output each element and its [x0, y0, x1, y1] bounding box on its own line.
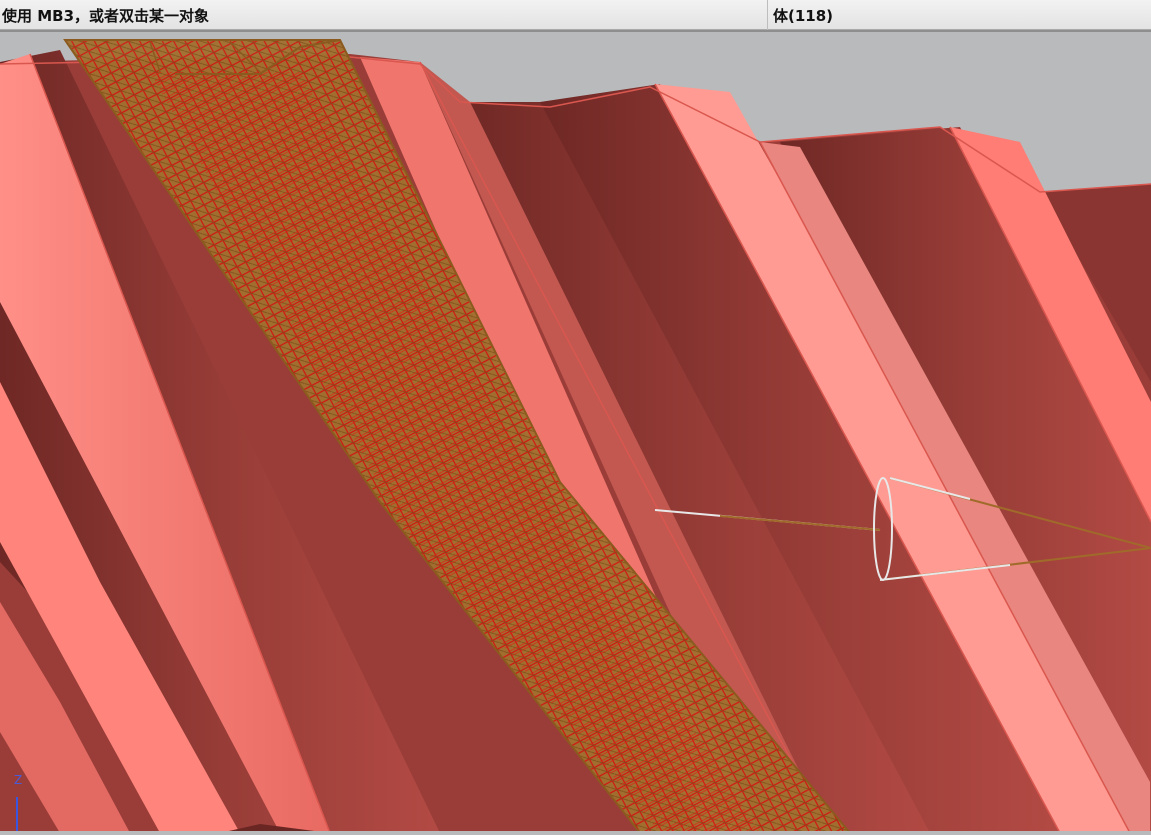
- selection-count: 体(118): [773, 7, 834, 25]
- graphics-viewport[interactable]: [0, 30, 1151, 831]
- status-divider: [767, 0, 768, 30]
- gear-model-render[interactable]: [0, 32, 1151, 831]
- status-prompt: 使用 MB3，或者双击某一对象: [2, 7, 210, 25]
- status-bar: 使用 MB3，或者双击某一对象 体(118): [0, 0, 1151, 30]
- z-axis-label: Z: [14, 773, 23, 787]
